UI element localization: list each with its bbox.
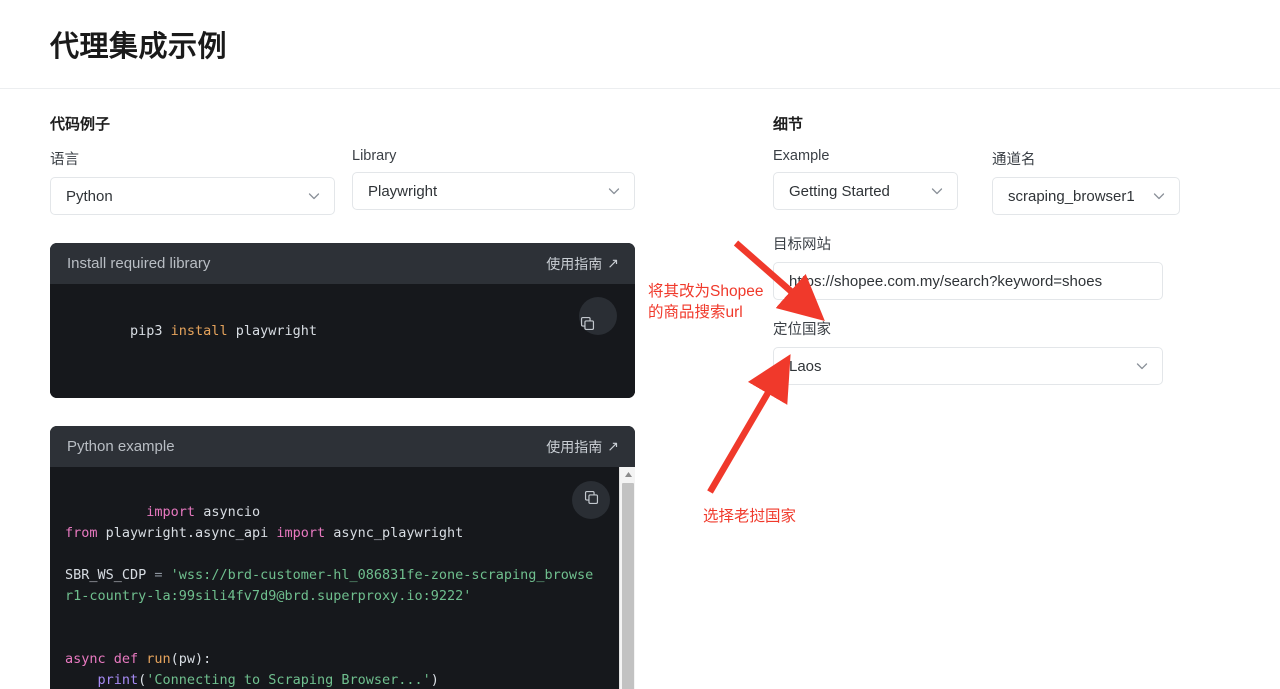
language-field: 语言 Python: [50, 148, 335, 215]
library-label: Library: [352, 148, 397, 164]
install-library-card: Install required library 使用指南 ↗ pip3 ins…: [50, 243, 635, 398]
copy-icon: [579, 273, 617, 360]
example-guide-link[interactable]: 使用指南 ↗: [546, 437, 619, 457]
copy-install-button[interactable]: [579, 297, 617, 335]
chevron-down-icon: [1134, 358, 1150, 374]
details-panel: 细节 Example Getting Started 通道名 scraping_…: [773, 113, 1180, 385]
example-select[interactable]: Getting Started: [773, 172, 958, 210]
scroll-up-arrow-icon[interactable]: [620, 467, 635, 482]
language-select[interactable]: Python: [50, 177, 335, 215]
external-link-arrow-icon: ↗: [607, 438, 619, 454]
example-card-header: Python example 使用指南 ↗: [50, 426, 635, 467]
example-field: Example Getting Started: [773, 148, 958, 215]
example-code-scrollbar[interactable]: [619, 467, 635, 689]
language-library-row: 语言 Python Library Playwright: [50, 148, 635, 215]
example-code-scroll-area: import asyncio from playwright.async_api…: [50, 467, 635, 689]
python-example-card: Python example 使用指南 ↗ import asyncio fro…: [50, 426, 635, 689]
country-label: 定位国家: [773, 322, 831, 338]
details-heading: 细节: [773, 116, 804, 133]
page-title: 代理集成示例: [50, 31, 228, 63]
install-guide-label: 使用指南: [546, 255, 603, 272]
country-field: 定位国家 Laos: [773, 318, 1163, 385]
install-code-body: pip3 install playwright: [50, 284, 635, 398]
channel-select[interactable]: scraping_browser1: [992, 177, 1180, 215]
example-card-title: Python example: [67, 438, 175, 455]
library-select[interactable]: Playwright: [352, 172, 635, 210]
annotation-url-note: 将其改为Shopee 的商品搜索url: [648, 283, 764, 321]
country-select[interactable]: Laos: [773, 347, 1163, 385]
example-guide-label: 使用指南: [546, 438, 603, 455]
example-value: Getting Started: [789, 182, 890, 200]
install-guide-link[interactable]: 使用指南 ↗: [546, 254, 619, 274]
chevron-down-icon: [929, 183, 945, 199]
target-site-input[interactable]: [773, 262, 1163, 300]
copy-example-button[interactable]: [572, 481, 610, 519]
channel-value: scraping_browser1: [1008, 187, 1135, 205]
chevron-down-icon: [606, 183, 622, 199]
annotation-country-note: 选择老挝国家: [703, 508, 797, 525]
example-channel-row: Example Getting Started 通道名 scraping_bro…: [773, 148, 1180, 215]
install-code-text: pip3 install playwright: [130, 323, 317, 339]
country-value: Laos: [789, 357, 822, 375]
scrollbar-thumb[interactable]: [622, 483, 634, 689]
library-value: Playwright: [368, 182, 438, 200]
install-card-title: Install required library: [67, 255, 211, 272]
example-code-text: import asyncio from playwright.async_api…: [65, 504, 594, 688]
channel-label: 通道名: [992, 152, 1036, 168]
install-card-header: Install required library 使用指南 ↗: [50, 243, 635, 284]
language-label: 语言: [50, 152, 79, 168]
copy-icon: [583, 489, 600, 511]
example-code-body: import asyncio from playwright.async_api…: [50, 467, 635, 689]
channel-field: 通道名 scraping_browser1: [992, 148, 1180, 215]
page-header: 代理集成示例: [0, 0, 1280, 89]
example-label: Example: [773, 148, 830, 164]
chevron-down-icon: [1151, 188, 1167, 204]
code-examples-panel: 代码例子 语言 Python Library Playwright Instal…: [50, 113, 635, 689]
language-value: Python: [66, 187, 113, 205]
target-site-field: 目标网站: [773, 233, 1163, 300]
code-examples-heading: 代码例子: [50, 116, 111, 133]
target-site-label: 目标网站: [773, 237, 831, 253]
main-content: 代码例子 语言 Python Library Playwright Instal…: [0, 89, 1280, 689]
external-link-arrow-icon: ↗: [607, 255, 619, 271]
chevron-down-icon: [306, 188, 322, 204]
library-field: Library Playwright: [352, 148, 635, 215]
